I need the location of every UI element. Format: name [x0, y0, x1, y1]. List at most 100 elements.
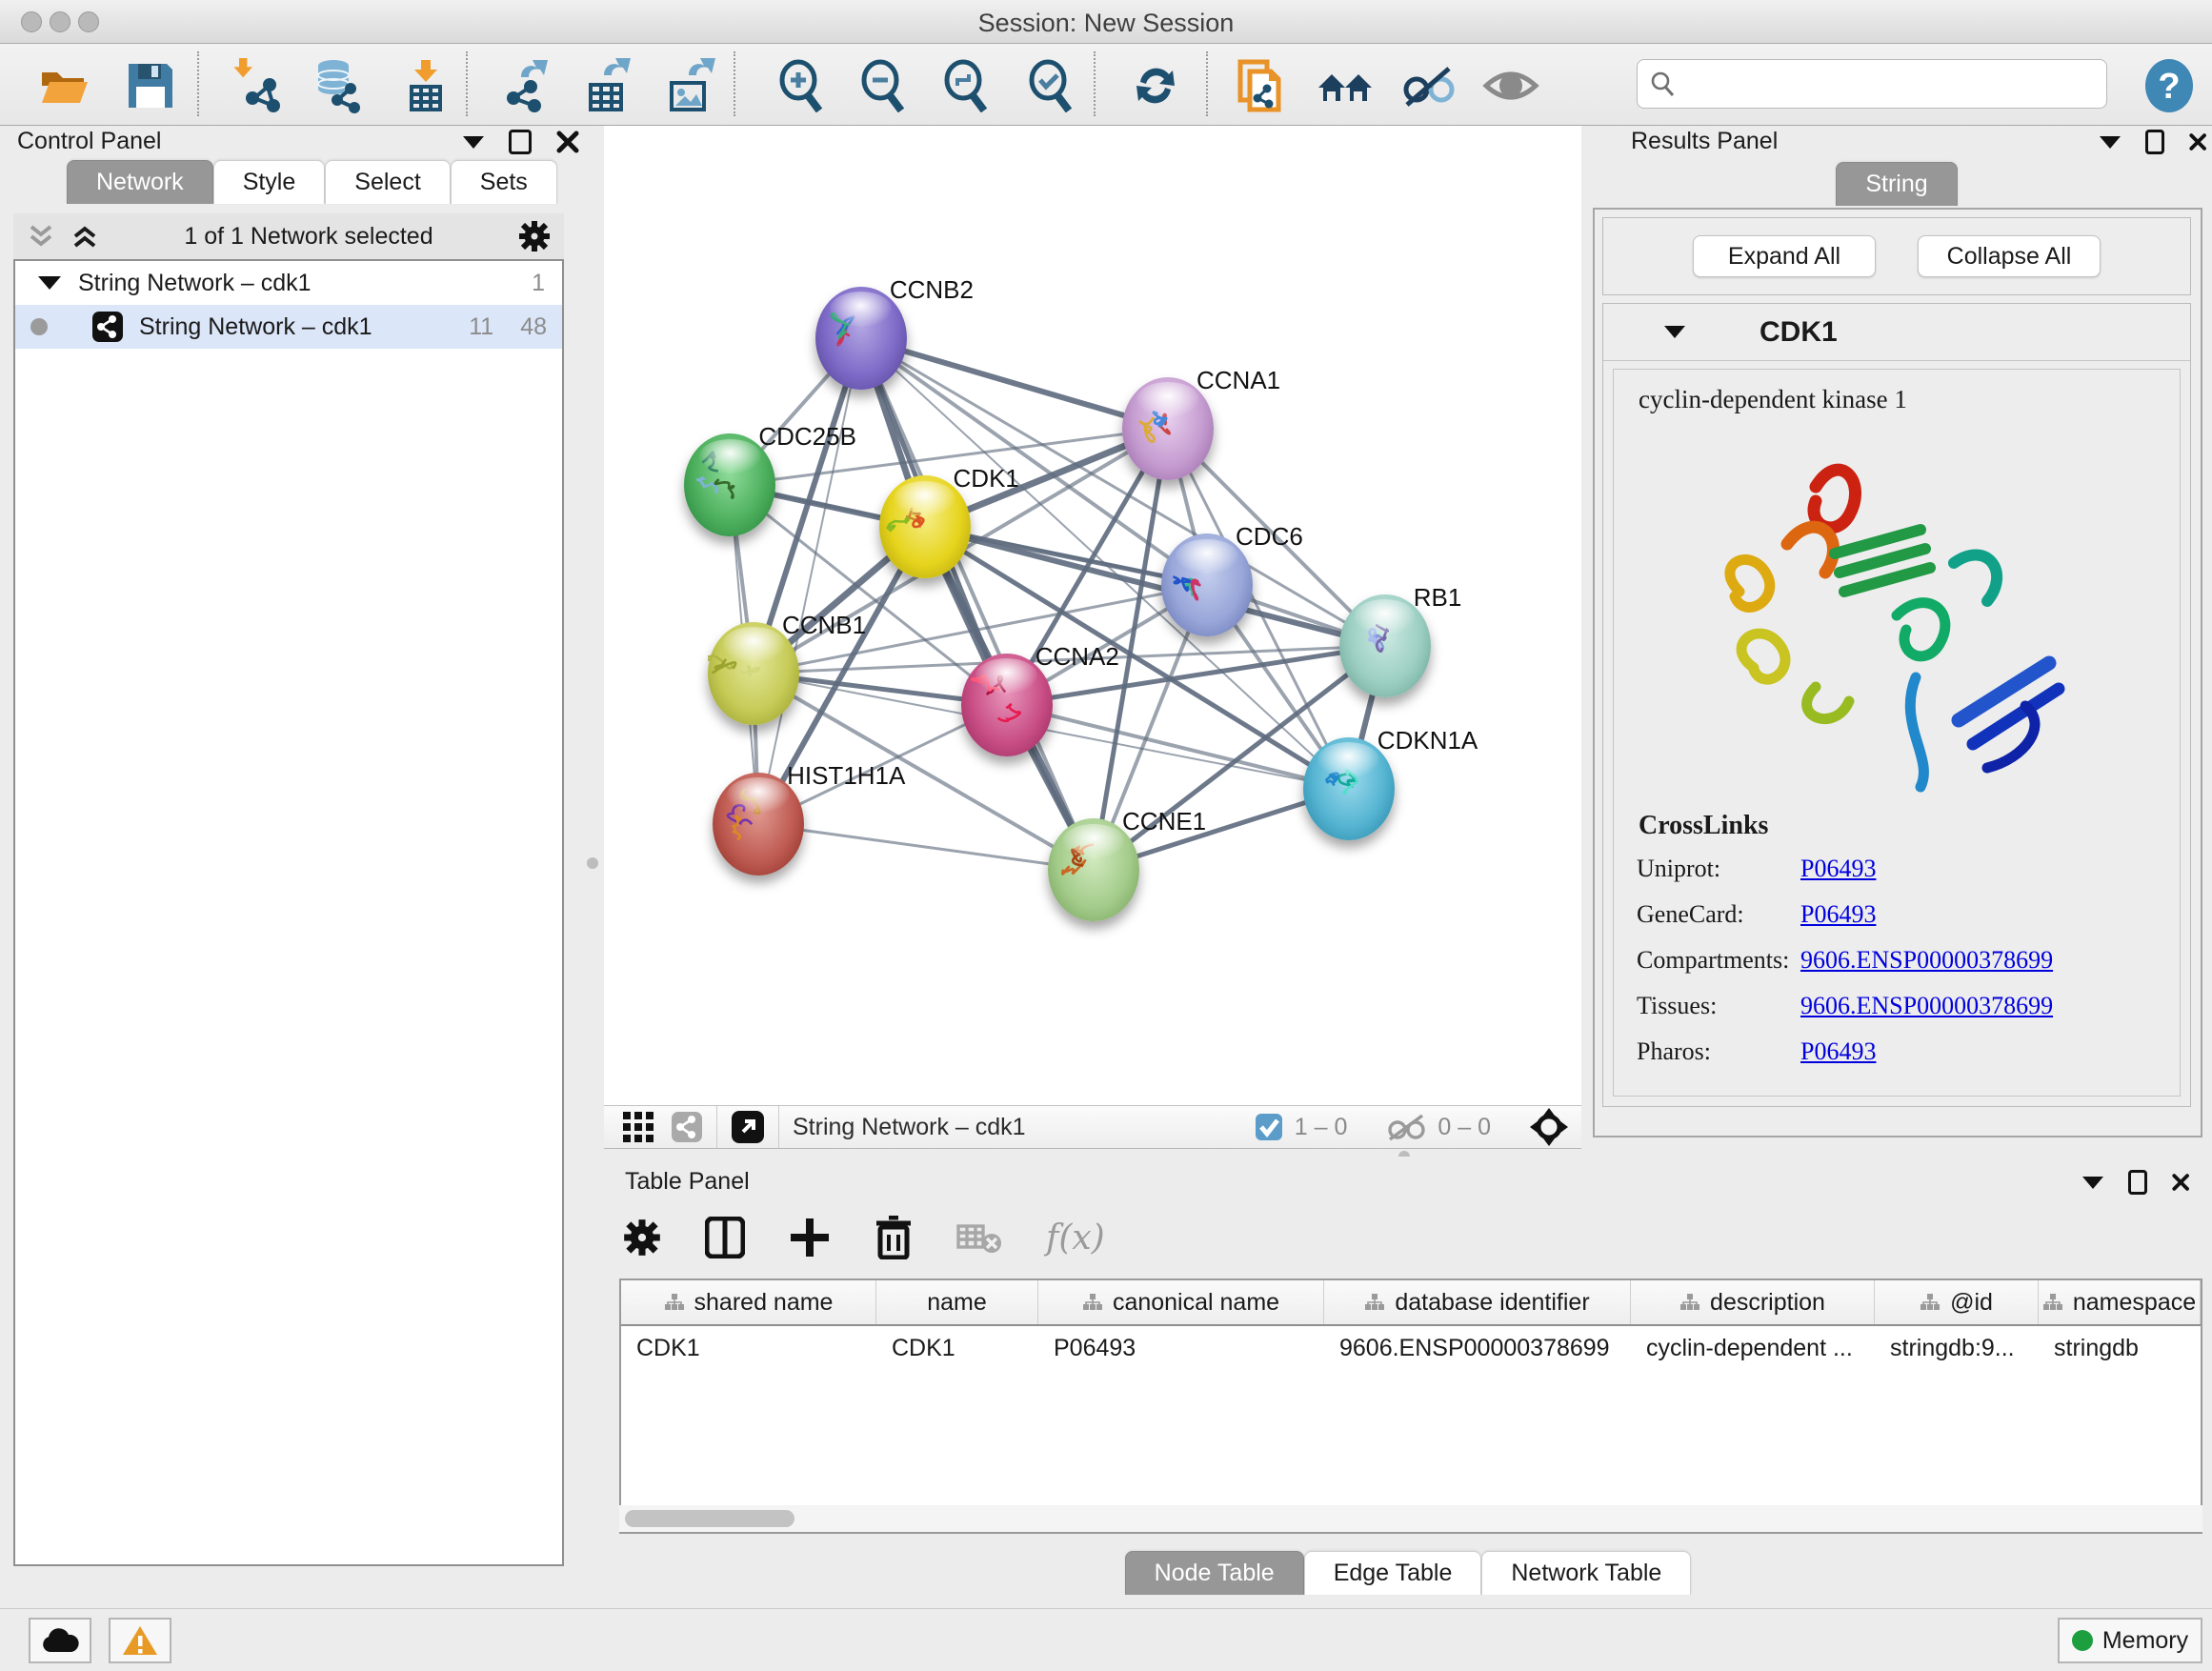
- float-panel-icon[interactable]: [2145, 130, 2164, 154]
- control-panel: Control Panel Network Style Select Sets …: [0, 126, 604, 1608]
- tab-style[interactable]: Style: [213, 160, 326, 204]
- table-cell[interactable]: stringdb:9...: [1875, 1326, 2039, 1370]
- help-button[interactable]: ?: [2141, 57, 2198, 114]
- collapse-protein-icon[interactable]: [1664, 326, 1685, 338]
- crosslink-link[interactable]: P06493: [1800, 900, 1876, 929]
- close-panel-icon[interactable]: [2172, 1171, 2189, 1194]
- network-canvas[interactable]: CCNB2CCNA1CDC25BCDK1CDC6RB1CCNB1CCNA2CDK…: [604, 126, 1581, 1105]
- export-image-button[interactable]: [661, 57, 718, 114]
- table-cell[interactable]: P06493: [1038, 1326, 1324, 1370]
- network-selection-status: 1 of 1 Network selected: [99, 223, 518, 251]
- collapse-panel-icon[interactable]: [2100, 136, 2121, 149]
- zoom-in-button[interactable]: [772, 57, 829, 114]
- show-eye-button[interactable]: [1482, 57, 1539, 114]
- column-header--id[interactable]: @id: [1875, 1280, 2039, 1324]
- tab-sets[interactable]: Sets: [451, 160, 557, 204]
- network-collection-row[interactable]: String Network – cdk1 1: [15, 261, 562, 305]
- network-edge[interactable]: [758, 338, 861, 824]
- float-panel-icon[interactable]: [2128, 1170, 2147, 1195]
- table-horizontal-scrollbar[interactable]: [619, 1505, 2202, 1532]
- column-header-namespace[interactable]: namespace: [2039, 1280, 2201, 1324]
- statusbar-separator: [778, 1106, 779, 1148]
- crosslinks-list: Uniprot:P06493GeneCard:P06493Compartment…: [1614, 855, 2180, 1066]
- collapse-all-button[interactable]: Collapse All: [1918, 235, 2101, 277]
- zoom-selected-button[interactable]: [1021, 57, 1078, 114]
- table-cell[interactable]: cyclin-dependent ...: [1631, 1326, 1875, 1370]
- import-table-button[interactable]: [397, 57, 454, 114]
- share-network-icon[interactable]: [671, 1111, 703, 1143]
- network-options-gear-icon[interactable]: [518, 220, 551, 252]
- expand-all-networks-icon[interactable]: [70, 223, 99, 250]
- column-header-description[interactable]: description: [1631, 1280, 1875, 1324]
- delete-column-icon[interactable]: [875, 1216, 913, 1259]
- zoom-fit-button[interactable]: [936, 57, 994, 114]
- export-network-button[interactable]: [495, 57, 553, 114]
- network-edge[interactable]: [925, 527, 1385, 645]
- zoom-out-button[interactable]: [854, 57, 911, 114]
- collapse-panel-icon[interactable]: [2082, 1177, 2103, 1189]
- tab-edge-table[interactable]: Edge Table: [1304, 1551, 1482, 1595]
- import-network-button[interactable]: [231, 57, 288, 114]
- hide-glasses-button[interactable]: [1399, 57, 1457, 114]
- table-cell[interactable]: 9606.ENSP00000378699: [1324, 1326, 1631, 1370]
- control-panel-title: Control Panel: [17, 128, 161, 155]
- collection-expand-icon[interactable]: [38, 276, 61, 290]
- save-session-button[interactable]: [122, 57, 179, 114]
- protein-group-header[interactable]: CDK1: [1603, 304, 2190, 361]
- network-edge[interactable]: [758, 824, 1094, 870]
- hidden-glasses-icon: [1386, 1112, 1426, 1142]
- cloud-button[interactable]: [29, 1618, 91, 1663]
- close-panel-icon[interactable]: [2189, 131, 2206, 153]
- float-panel-icon[interactable]: [509, 130, 532, 154]
- copy-network-button[interactable]: [1232, 57, 1289, 114]
- network-tree: String Network – cdk1 1 String Network –…: [13, 259, 564, 1566]
- left-splitter-handle[interactable]: [587, 857, 598, 869]
- search-input[interactable]: [1685, 70, 2095, 97]
- export-table-button[interactable]: [578, 57, 635, 114]
- crosslink-link[interactable]: P06493: [1800, 855, 1876, 883]
- birdseye-grid-icon[interactable]: [621, 1110, 655, 1144]
- fit-content-crosshair-icon[interactable]: [1530, 1108, 1568, 1146]
- tab-select[interactable]: Select: [325, 160, 450, 204]
- open-session-button[interactable]: [36, 57, 93, 114]
- homes-icon-button[interactable]: [1317, 57, 1374, 114]
- table-cell[interactable]: CDK1: [621, 1326, 876, 1370]
- collapse-panel-icon[interactable]: [463, 136, 484, 149]
- table-cell[interactable]: stringdb: [2039, 1326, 2201, 1370]
- column-header-shared-name[interactable]: shared name: [621, 1280, 876, 1324]
- crosslink-label: Compartments:: [1614, 946, 1800, 975]
- column-label: name: [927, 1289, 987, 1317]
- tab-node-table[interactable]: Node Table: [1125, 1551, 1304, 1595]
- tab-network[interactable]: Network: [67, 160, 213, 204]
- import-database-button[interactable]: [310, 57, 367, 114]
- column-header-canonical-name[interactable]: canonical name: [1038, 1280, 1324, 1324]
- add-column-icon[interactable]: [789, 1217, 831, 1258]
- open-in-window-icon[interactable]: [731, 1110, 765, 1144]
- refresh-layout-button[interactable]: [1127, 57, 1184, 114]
- network-row-selected[interactable]: String Network – cdk1 11 48: [15, 305, 562, 349]
- current-network-name: String Network – cdk1: [793, 1114, 1026, 1141]
- warnings-button[interactable]: [109, 1618, 171, 1663]
- crosslink-link[interactable]: 9606.ENSP00000378699: [1800, 946, 2053, 975]
- collapse-all-networks-icon[interactable]: [27, 223, 55, 250]
- tab-network-table[interactable]: Network Table: [1481, 1551, 1691, 1595]
- node-label: HIST1H1A: [787, 761, 905, 791]
- column-header-name[interactable]: name: [876, 1280, 1038, 1324]
- homes-icon: [1317, 59, 1374, 112]
- crosslink-link[interactable]: 9606.ENSP00000378699: [1800, 992, 2053, 1020]
- eye-icon: [1482, 59, 1539, 112]
- memory-button[interactable]: Memory: [2058, 1618, 2202, 1663]
- open-folder-icon: [38, 59, 91, 112]
- crosslink-row: Compartments:9606.ENSP00000378699: [1614, 946, 2180, 975]
- table-cell[interactable]: CDK1: [876, 1326, 1038, 1370]
- close-panel-icon[interactable]: [556, 131, 579, 153]
- column-header-database-identifier[interactable]: database identifier: [1324, 1280, 1631, 1324]
- crosslink-link[interactable]: P06493: [1800, 1037, 1876, 1066]
- show-columns-icon[interactable]: [705, 1217, 745, 1258]
- selected-checkbox-icon[interactable]: [1255, 1113, 1283, 1141]
- table-options-gear-icon[interactable]: [623, 1218, 661, 1257]
- expand-all-button[interactable]: Expand All: [1693, 235, 1876, 277]
- scrollbar-thumb[interactable]: [625, 1510, 794, 1527]
- table-toolbar: f(x): [623, 1206, 1105, 1269]
- tab-string[interactable]: String: [1836, 162, 1957, 206]
